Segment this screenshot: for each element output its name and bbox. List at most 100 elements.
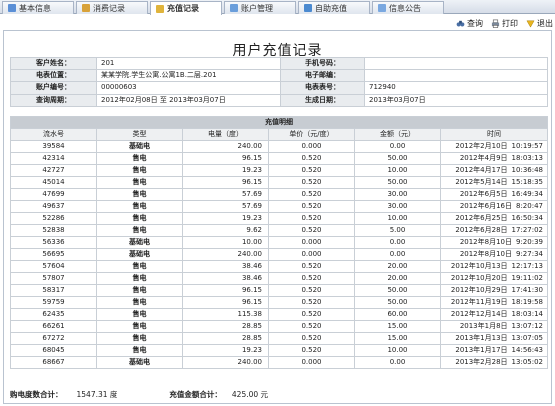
date-text: 2013年1月13日 [455,334,508,342]
recharge-detail-table: 充值明细 流水号 类型 电量（度） 单价（元/度） 金额（元） 时间 39584 基础电 240.… [10,116,548,369]
date-text: 2012年6月5日 [459,190,508,198]
tab-recharge[interactable]: 充值记录 [150,1,222,15]
time-cell: 2013年1月8日 13:07:12 [440,320,548,333]
table-cell: 售电 [96,260,183,273]
clock-text: 18:03:13 [511,154,543,162]
table-cell: 68045 [10,344,97,357]
date-text: 2012年6月25日 [455,214,508,222]
tab-label: 账户管理 [241,3,273,13]
exit-button[interactable]: 退出 [526,18,553,29]
table-cell: 售电 [96,284,183,297]
query-button[interactable]: 查询 [456,18,483,29]
table-cell: 0.000 [268,248,355,261]
totals-row: 购电度数合计： 1547.31 度 充值金额合计： 425.00 元 [10,388,548,400]
table-cell: 0.520 [268,176,355,189]
print-button[interactable]: 打印 [491,18,518,29]
table-cell: 115.38 [182,308,269,321]
time-cell: 2013年1月17日 14:56:43 [440,344,548,357]
meter-value: 712940 [364,81,548,95]
table-cell: 67272 [10,332,97,345]
section-title: 充值明细 [10,116,548,129]
table-cell: 0.000 [268,356,355,369]
time-cell: 2013年2月28日 13:05:02 [440,356,548,369]
table-row: 42314 售电 96.15 0.520 50.00 2012年4月9日 18:03:13 [10,152,548,165]
clock-text: 10:36:48 [511,166,543,174]
time-cell: 2012年8月10日 9:27:34 [440,248,548,261]
time-cell: 2012年12月14日 18:03:14 [440,308,548,321]
table-cell: 19.23 [182,344,269,357]
time-cell: 2012年5月14日 15:18:35 [440,176,548,189]
location-value: 某某学院.学生公寓.公寓1B.二层.201 [96,69,281,83]
tab-basic-info[interactable]: 基本信息 [2,1,74,14]
clock-text: 17:41:30 [511,286,543,294]
clock-text: 14:56:43 [511,346,543,354]
date-text: 2012年4月9日 [459,154,508,162]
clock-text: 16:49:34 [511,190,543,198]
table-cell: 5.00 [354,224,441,237]
table-cell: 售电 [96,308,183,321]
date-text: 2012年10月29日 [450,286,508,294]
table-cell: 240.00 [182,140,269,153]
table-cell: 基础电 [96,140,183,153]
date-text: 2012年5月14日 [455,178,508,186]
table-row: 49637 售电 57.69 0.520 30.00 2012年6月16日 8:20:47 [10,200,548,213]
date-text: 2012年4月17日 [455,166,508,174]
table-row: 66261 售电 28.85 0.520 15.00 2013年1月8日 13:07:12 [10,320,548,333]
clock-text: 9:20:39 [516,238,543,246]
table-cell: 19.23 [182,164,269,177]
table-cell: 售电 [96,272,183,285]
table-cell: 28.85 [182,332,269,345]
table-cell: 68667 [10,356,97,369]
tab-label: 消费记录 [93,3,125,13]
column-header: 金额（元） [354,128,441,141]
time-cell: 2012年6月28日 17:27:02 [440,224,548,237]
date-text: 2012年2月10日 [455,142,508,150]
tab-self-recharge[interactable]: 自助充值 [298,1,370,14]
table-cell: 50.00 [354,152,441,165]
kwh-total-value: 1547.31 度 [76,389,118,399]
table-cell: 0.00 [354,236,441,249]
tab-account[interactable]: 账户管理 [224,1,296,14]
time-cell: 2012年10月13日 12:17:13 [440,260,548,273]
customer-info-table: 客户姓名： 201 手机号码： 电表位置： 某某学院.学生公寓.公寓1B.二层.… [10,56,548,107]
date-text: 2012年6月16日 [459,202,512,210]
table-cell: 96.15 [182,296,269,309]
table-cell: 0.520 [268,212,355,225]
table-row: 47699 售电 57.69 0.520 30.00 2012年6月5日 16:49:34 [10,188,548,201]
table-cell: 售电 [96,344,183,357]
table-cell: 57.69 [182,188,269,201]
table-cell: 0.520 [268,188,355,201]
table-cell: 96.15 [182,176,269,189]
table-cell: 57604 [10,260,97,273]
coin-icon [156,4,164,13]
clock-text: 18:03:14 [511,310,543,318]
time-cell: 2012年10月20日 19:11:02 [440,272,548,285]
table-cell: 售电 [96,164,183,177]
tab-consumption[interactable]: 消费记录 [76,1,148,14]
gen-date-value: 2013年03月07日 [364,93,548,107]
table-cell: 19.23 [182,212,269,225]
table-cell: 60.00 [354,308,441,321]
tab-notice[interactable]: 信息公告 [372,1,444,14]
table-row: 68667 基础电 240.00 0.000 0.00 2013年2月28日 13:05:0… [10,356,548,369]
card-icon [304,4,312,12]
table-cell: 9.62 [182,224,269,237]
date-text: 2012年6月28日 [455,226,508,234]
date-text: 2012年8月10日 [459,250,512,258]
tab-label: 基本信息 [19,3,51,13]
table-cell: 57807 [10,272,97,285]
table-cell: 售电 [96,152,183,165]
date-text: 2012年11月19日 [450,298,508,306]
table-row: 56695 基础电 240.00 0.000 0.00 2012年8月10日 9:27:34 [10,248,548,261]
time-cell: 2012年6月5日 16:49:34 [440,188,548,201]
table-cell: 38.46 [182,260,269,273]
table-cell: 基础电 [96,248,183,261]
table-cell: 售电 [96,200,183,213]
clock-text: 16:50:34 [511,214,543,222]
time-cell: 2012年8月10日 9:20:39 [440,236,548,249]
toolbar: 查询 打印 退出 [456,16,553,30]
table-row: 56336 基础电 10.00 0.000 0.00 2012年8月10日 9:20:39 [10,236,548,249]
table-cell: 57.69 [182,200,269,213]
tab-label: 自助充值 [315,3,347,13]
table-cell: 50.00 [354,296,441,309]
